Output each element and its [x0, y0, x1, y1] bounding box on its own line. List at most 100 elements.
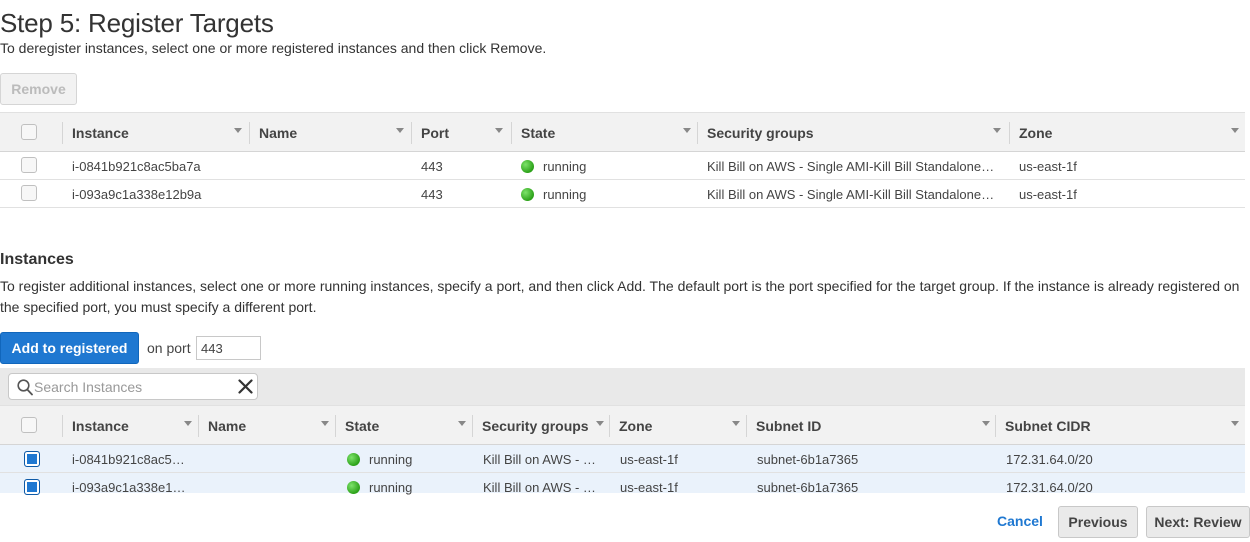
column-header-label: State — [521, 124, 556, 141]
zone: us-east-1f — [620, 479, 678, 495]
column-header-security-groups[interactable]: Security groups — [698, 113, 1008, 152]
add-to-registered-button[interactable]: Add to registered — [0, 332, 139, 364]
deregister-hint: To deregister instances, select one or m… — [0, 40, 547, 56]
security-groups: Kill Bill on AWS - Single AMI-Kill Bill … — [707, 158, 995, 174]
sort-caret-icon[interactable] — [683, 128, 691, 133]
state-cell: running — [347, 473, 471, 501]
search-input[interactable] — [34, 375, 224, 398]
sort-caret-icon[interactable] — [993, 128, 1001, 133]
column-header-label: Zone — [619, 417, 653, 434]
search-bar — [0, 368, 1245, 405]
column-header-label: Security groups — [482, 417, 589, 434]
remove-button[interactable]: Remove — [0, 73, 77, 105]
state-cell: running — [347, 445, 471, 473]
instance-name — [259, 152, 409, 180]
sort-caret-icon[interactable] — [596, 421, 604, 426]
zone: us-east-1f — [620, 451, 678, 467]
zone: us-east-1f — [1019, 186, 1077, 202]
select-all-checkbox[interactable] — [21, 417, 37, 433]
instances-hint: To register additional instances, select… — [0, 278, 1240, 315]
previous-button[interactable]: Previous — [1058, 506, 1138, 538]
sort-caret-icon[interactable] — [234, 128, 242, 133]
page-title: Step 5: Register Targets — [0, 8, 274, 38]
column-header-instance[interactable]: Instance — [63, 113, 249, 152]
subnet-cidr: 172.31.64.0/20 — [1006, 479, 1093, 495]
search-box[interactable] — [8, 373, 258, 400]
table-row[interactable]: i-0841b921c8ac5ba7a 443 running Kill Bil… — [0, 152, 1245, 180]
column-header-state[interactable]: State — [512, 113, 697, 152]
sort-caret-icon[interactable] — [184, 421, 192, 426]
sort-caret-icon[interactable] — [1231, 128, 1239, 133]
row-checkbox-checked[interactable] — [24, 451, 40, 467]
state-label: running — [543, 186, 587, 202]
column-header-zone[interactable]: Zone — [1010, 113, 1245, 152]
instance-id: i-093a9c1a338e12b9a — [72, 186, 202, 202]
table-row[interactable]: i-0841b921c8ac5… running Kill Bill on AW… — [0, 445, 1245, 473]
instances-table: Instance Name State Security groups Zone… — [0, 405, 1245, 495]
select-all-checkbox[interactable] — [21, 124, 37, 140]
table-row[interactable]: i-093a9c1a338e1… running Kill Bill on AW… — [0, 473, 1245, 495]
port-value: 443 — [421, 158, 443, 174]
instance-id: i-093a9c1a338e1… — [72, 479, 186, 495]
state-cell: running — [521, 152, 695, 180]
subnet-id: subnet-6b1a7365 — [757, 479, 859, 495]
column-header-label: Name — [259, 124, 298, 141]
sort-caret-icon[interactable] — [495, 128, 503, 133]
column-header-zone[interactable]: Zone — [610, 406, 746, 445]
row-checkbox-checked[interactable] — [24, 479, 40, 495]
search-icon — [17, 379, 33, 396]
column-header-security-groups[interactable]: Security groups — [473, 406, 609, 445]
running-status-icon — [521, 187, 534, 201]
security-groups: Kill Bill on AWS - Single AMI-Kill Bill … — [707, 186, 995, 202]
sort-caret-icon[interactable] — [982, 421, 990, 426]
column-header-label: Zone — [1019, 124, 1053, 141]
sort-caret-icon[interactable] — [321, 421, 329, 426]
running-status-icon — [347, 452, 360, 466]
row-checkbox[interactable] — [21, 185, 37, 201]
instance-id: i-0841b921c8ac5ba7a — [72, 158, 201, 174]
instance-id: i-0841b921c8ac5… — [72, 451, 185, 467]
on-port-label: on port — [147, 340, 191, 356]
running-status-icon — [521, 159, 534, 173]
registered-targets-table: Instance Name Port State Security groups… — [0, 112, 1245, 208]
table-header: Instance Name Port State Security groups… — [0, 112, 1245, 152]
port-input[interactable] — [196, 336, 261, 360]
column-header-label: Subnet CIDR — [1005, 417, 1091, 434]
state-label: running — [369, 479, 413, 495]
cancel-link[interactable]: Cancel — [997, 513, 1043, 529]
column-header-state[interactable]: State — [336, 406, 472, 445]
next-review-button[interactable]: Next: Review — [1146, 506, 1250, 538]
security-groups: Kill Bill on AWS - … — [483, 451, 596, 467]
table-header: Instance Name State Security groups Zone… — [0, 405, 1245, 445]
instance-name — [209, 445, 333, 473]
sort-caret-icon[interactable] — [732, 421, 740, 426]
security-groups: Kill Bill on AWS - … — [483, 479, 596, 495]
sort-caret-icon[interactable] — [396, 128, 404, 133]
instance-name — [259, 180, 409, 208]
column-header-subnet-id[interactable]: Subnet ID — [747, 406, 995, 445]
column-header-label: Name — [208, 417, 247, 434]
subnet-id: subnet-6b1a7365 — [757, 451, 859, 467]
port-value: 443 — [421, 186, 443, 202]
state-cell: running — [521, 180, 695, 208]
column-header-subnet-cidr[interactable]: Subnet CIDR — [996, 406, 1245, 445]
row-checkbox[interactable] — [21, 157, 37, 173]
clear-search-icon[interactable] — [237, 378, 254, 395]
column-header-label: State — [345, 417, 380, 434]
instance-name — [209, 473, 333, 501]
column-header-name[interactable]: Name — [250, 113, 411, 152]
state-label: running — [369, 451, 413, 467]
running-status-icon — [347, 480, 360, 494]
column-header-label: Port — [421, 124, 449, 141]
column-header-name[interactable]: Name — [199, 406, 335, 445]
column-header-label: Instance — [72, 124, 129, 141]
column-header-label: Subnet ID — [756, 417, 822, 434]
state-label: running — [543, 158, 587, 174]
column-header-instance[interactable]: Instance — [63, 406, 198, 445]
table-row[interactable]: i-093a9c1a338e12b9a 443 running Kill Bil… — [0, 180, 1245, 208]
column-header-label: Instance — [72, 417, 129, 434]
sort-caret-icon[interactable] — [458, 421, 466, 426]
sort-caret-icon[interactable] — [1231, 421, 1239, 426]
zone: us-east-1f — [1019, 158, 1077, 174]
column-header-label: Security groups — [707, 124, 814, 141]
